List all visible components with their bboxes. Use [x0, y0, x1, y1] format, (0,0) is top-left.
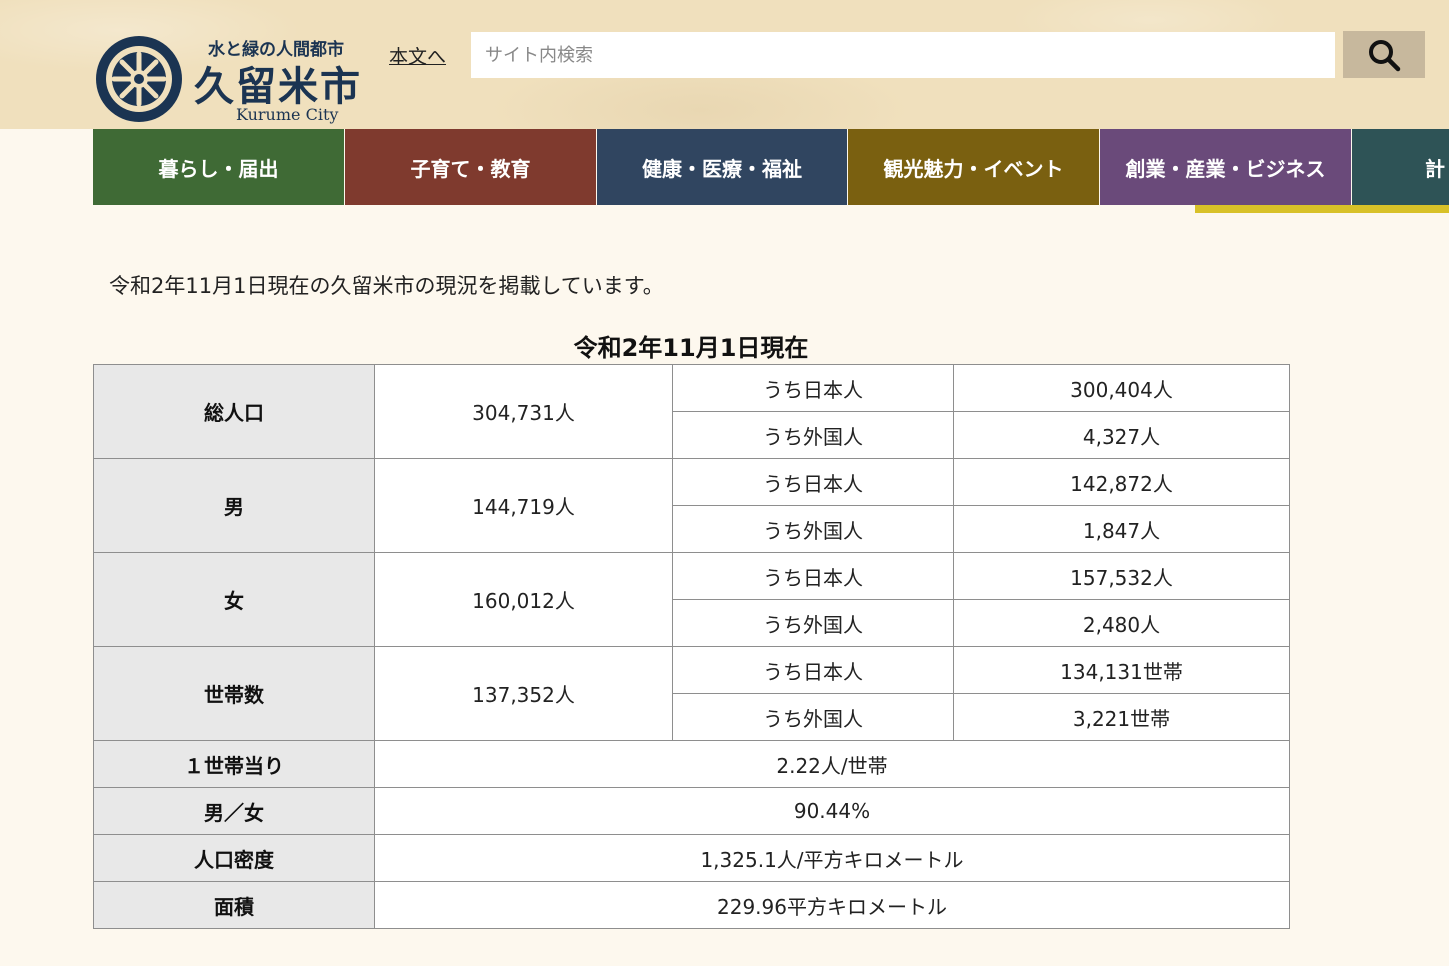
site-header: 水と緑の人間都市 久留米市 Kurume City 本文へ [0, 0, 1449, 129]
row-header: 世帯数 [93, 646, 375, 741]
breakdown-value: 300,404人 [953, 364, 1290, 412]
breakdown-value: 2,480人 [953, 599, 1290, 647]
table-row: 面積 229.96平方キロメートル [93, 881, 1290, 929]
breakdown-label: うち外国人 [672, 693, 954, 741]
table-caption: 令和2年11月1日現在 [573, 334, 809, 362]
nav-item-label: 健康・医療・福祉 [642, 156, 802, 181]
breakdown-label: うち日本人 [672, 364, 954, 412]
population-table: 総人口 304,731人 うち日本人 300,404人 うち外国人 4,327人男 144,… [93, 364, 1290, 929]
nav-item-label: 子育て・教育 [410, 156, 531, 181]
breakdown-value: 3,221世帯 [953, 693, 1290, 741]
nav-item-label: 計 [1425, 156, 1445, 181]
nav-item-label: 創業・産業・ビジネス [1125, 156, 1326, 181]
table-row: 女 160,012人 うち日本人 157,532人 [93, 552, 1290, 647]
site-logo[interactable]: 水と緑の人間都市 久留米市 Kurume City [94, 34, 374, 126]
row-header: 男 [93, 458, 375, 553]
logo-city-name: 久留米市 [194, 63, 362, 110]
row-header: 女 [93, 552, 375, 647]
search-icon [1369, 39, 1401, 71]
nav-item-tourism[interactable]: 観光魅力・イベント [848, 129, 1100, 205]
nav-item-label: 暮らし・届出 [158, 156, 279, 181]
breakdown-value: 157,532人 [953, 552, 1290, 600]
global-nav: 暮らし・届出 子育て・教育 健康・医療・福祉 観光魅力・イベント 創業・産業・ビ… [93, 129, 1449, 205]
city-crest-icon [96, 36, 182, 122]
breakdown-label: うち外国人 [672, 411, 954, 459]
breakdown-label: うち日本人 [672, 646, 954, 694]
nav-item-planning[interactable]: 計 [1352, 129, 1449, 205]
row-header: 面積 [93, 881, 375, 929]
table-row: 人口密度 1,325.1人/平方キロメートル [93, 834, 1290, 882]
table-row: 男 144,719人 うち日本人 142,872人 [93, 458, 1290, 553]
nav-item-label: 観光魅力・イベント [883, 156, 1064, 181]
breakdown-label: うち日本人 [672, 458, 954, 506]
site-search-input[interactable] [471, 32, 1335, 78]
row-total: 160,012人 [374, 552, 673, 647]
nav-item-living[interactable]: 暮らし・届出 [93, 129, 345, 205]
breakdown-value: 134,131世帯 [953, 646, 1290, 694]
row-value: 2.22人/世帯 [374, 740, 1290, 788]
skip-to-content-link[interactable]: 本文へ [389, 42, 446, 69]
breakdown-label: うち外国人 [672, 505, 954, 553]
breakdown-label: うち外国人 [672, 599, 954, 647]
logo-city-name-en: Kurume City [236, 105, 339, 124]
intro-text: 令和2年11月1日現在の久留米市の現況を掲載しています。 [109, 274, 664, 298]
row-header: 男／女 [93, 787, 375, 835]
breakdown-value: 4,327人 [953, 411, 1290, 459]
row-header: 総人口 [93, 364, 375, 459]
search-button[interactable] [1343, 31, 1425, 78]
table-row: 世帯数 137,352人 うち日本人 134,131世帯 [93, 646, 1290, 741]
breakdown-value: 1,847人 [953, 505, 1290, 553]
table-row: 男／女 90.44% [93, 787, 1290, 835]
table-row: １世帯当り 2.22人/世帯 [93, 740, 1290, 788]
row-value: 90.44% [374, 787, 1290, 835]
nav-active-indicator [1195, 205, 1449, 213]
row-value: 1,325.1人/平方キロメートル [374, 834, 1290, 882]
row-total: 137,352人 [374, 646, 673, 741]
row-total: 144,719人 [374, 458, 673, 553]
table-row: 総人口 304,731人 うち日本人 300,404人 [93, 364, 1290, 459]
row-header: 人口密度 [93, 834, 375, 882]
row-total: 304,731人 [374, 364, 673, 459]
row-header: １世帯当り [93, 740, 375, 788]
row-value: 229.96平方キロメートル [374, 881, 1290, 929]
nav-item-childcare[interactable]: 子育て・教育 [345, 129, 597, 205]
nav-item-business[interactable]: 創業・産業・ビジネス [1100, 129, 1352, 205]
breakdown-value: 142,872人 [953, 458, 1290, 506]
breakdown-label: うち日本人 [672, 552, 954, 600]
nav-item-health[interactable]: 健康・医療・福祉 [597, 129, 848, 205]
